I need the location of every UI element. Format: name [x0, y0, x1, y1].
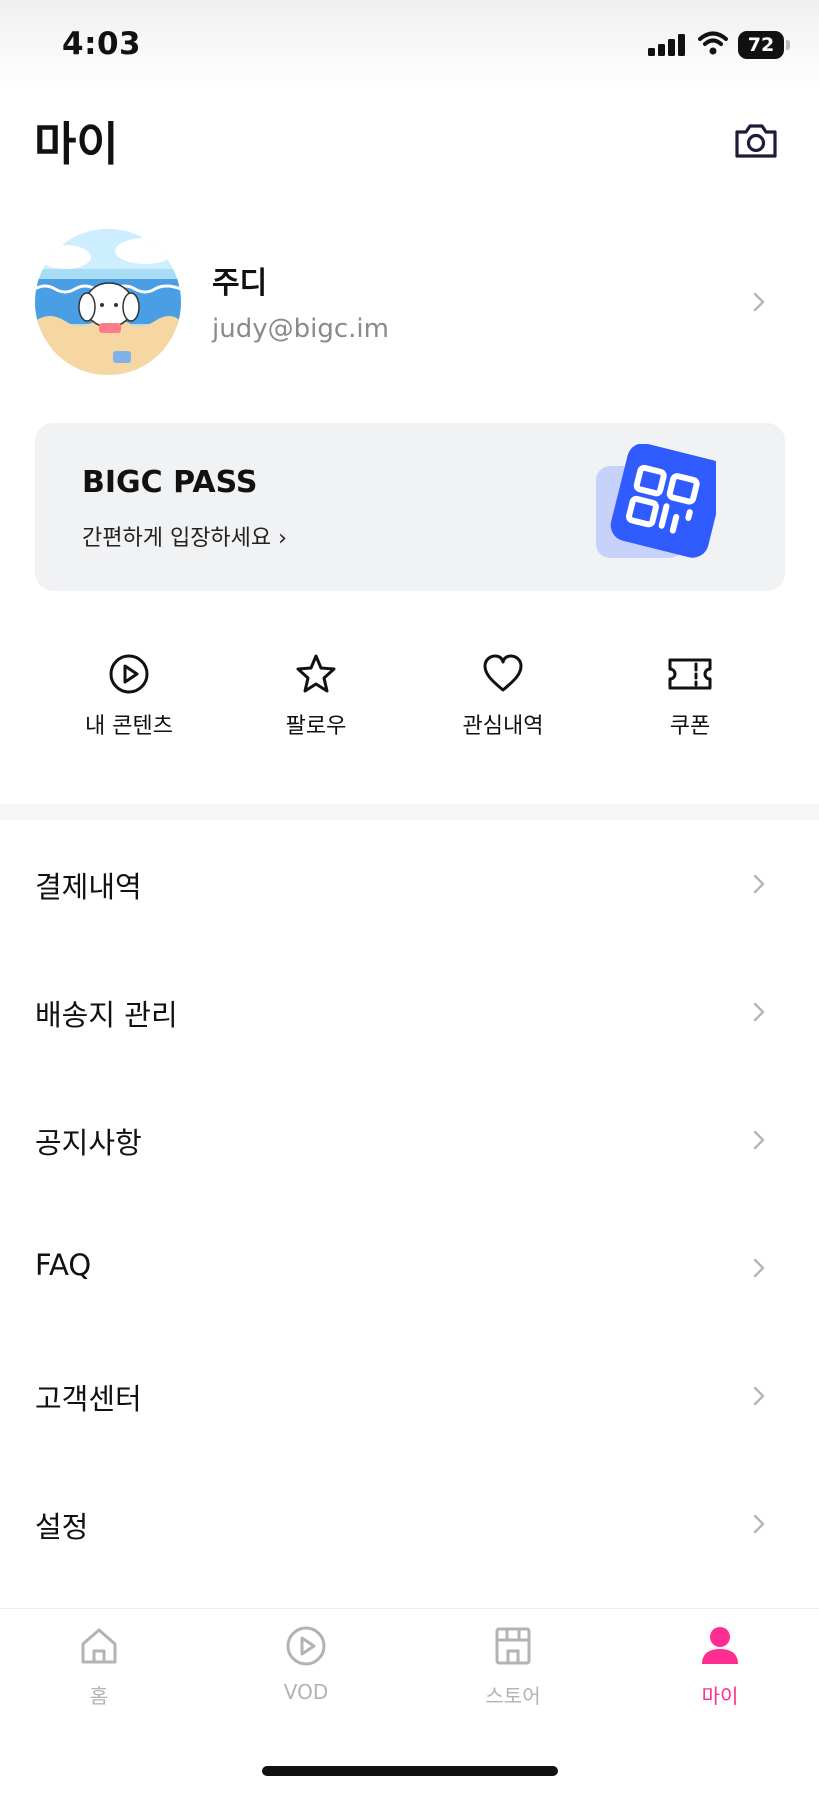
- nav-my[interactable]: 마이: [660, 1624, 780, 1709]
- page-title: 마이: [34, 117, 119, 171]
- menu-item-label: 고객센터: [35, 1382, 142, 1416]
- quick-label: 관심내역: [462, 714, 544, 739]
- nav-label: 마이: [701, 1684, 739, 1708]
- menu-item-label: 설정: [35, 1510, 89, 1544]
- chevron-right-icon: [753, 1514, 765, 1534]
- chevron-right-icon: [753, 1258, 765, 1278]
- status-time: 4:03: [62, 26, 142, 62]
- nav-home[interactable]: 홈: [39, 1624, 159, 1709]
- menu-item-customer-center[interactable]: 고객센터: [0, 1332, 819, 1460]
- quick-label: 팔로우: [285, 714, 347, 739]
- menu-item-payment-history[interactable]: 결제내역: [0, 820, 819, 948]
- chevron-right-icon: [753, 1386, 765, 1406]
- star-icon: [296, 654, 336, 693]
- battery-cap: [786, 40, 790, 50]
- menu-item-label: 공지사항: [35, 1126, 142, 1160]
- chevron-right-icon: [753, 1130, 765, 1150]
- section-divider: [0, 804, 819, 820]
- menu-item-shipping[interactable]: 배송지 관리: [0, 948, 819, 1076]
- pass-title: BIGC PASS: [82, 465, 258, 500]
- heart-icon: [483, 654, 523, 692]
- quick-coupon[interactable]: 쿠폰: [630, 652, 750, 740]
- wifi-icon: [698, 31, 728, 55]
- chevron-right-icon: [753, 874, 765, 894]
- chevron-right-icon[interactable]: [748, 291, 770, 313]
- play-circle-icon: [286, 1626, 326, 1666]
- chevron-right-icon: [753, 1002, 765, 1022]
- menu-item-settings[interactable]: 설정: [0, 1460, 819, 1588]
- ticket-icon: [668, 658, 712, 690]
- nav-label: 홈: [89, 1684, 109, 1708]
- nav-store[interactable]: 스토어: [453, 1624, 573, 1709]
- play-circle-icon: [109, 654, 149, 694]
- menu-item-notices[interactable]: 공지사항: [0, 1076, 819, 1204]
- home-indicator: [262, 1766, 558, 1776]
- nav-label: VOD: [283, 1680, 329, 1704]
- camera-icon[interactable]: [733, 120, 779, 160]
- quick-label: 쿠폰: [669, 714, 711, 739]
- profile-name: 주디: [212, 266, 268, 301]
- home-icon: [81, 1628, 117, 1664]
- battery-indicator: 72: [738, 31, 784, 59]
- quick-label: 내 콘텐츠: [85, 714, 173, 739]
- menu-item-label: 배송지 관리: [35, 998, 178, 1032]
- menu-item-label: FAQ: [35, 1248, 92, 1282]
- menu-item-faq[interactable]: FAQ: [0, 1204, 819, 1332]
- signal-icon: [648, 34, 685, 56]
- qr-pass-icon: [596, 444, 716, 558]
- store-icon: [495, 1627, 531, 1665]
- avatar[interactable]: [35, 229, 181, 375]
- profile-email: judy@bigc.im: [212, 314, 389, 344]
- quick-wishlist[interactable]: 관심내역: [443, 652, 563, 740]
- menu-item-label: 결제내역: [35, 870, 142, 904]
- pass-subtitle[interactable]: 간편하게 입장하세요 ›: [82, 520, 287, 552]
- quick-my-content[interactable]: 내 콘텐츠: [69, 652, 189, 740]
- person-icon: [702, 1627, 738, 1664]
- nav-label: 스토어: [485, 1684, 541, 1708]
- quick-follow[interactable]: 팔로우: [256, 652, 376, 740]
- nav-vod[interactable]: VOD: [246, 1624, 366, 1704]
